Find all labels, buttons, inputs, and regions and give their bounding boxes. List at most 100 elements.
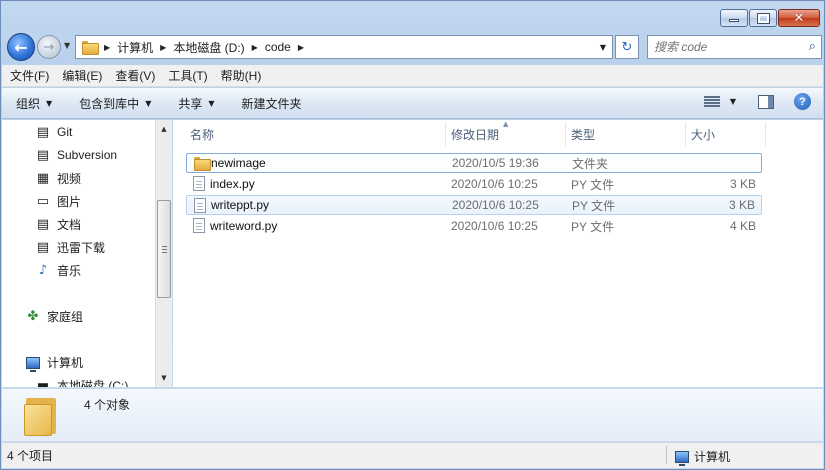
folder-icon <box>82 41 99 55</box>
file-modified: 2020/10/6 10:25 <box>452 198 539 212</box>
sort-ascending-icon: ▲ <box>503 120 509 128</box>
breadcrumb-computer[interactable]: 计算机 <box>117 39 153 56</box>
nav-item-label: 迅雷下载 <box>57 241 106 255</box>
column-name[interactable]: 名称 <box>190 126 214 143</box>
include-in-library-button[interactable]: 包含到库中 ▼ <box>79 95 151 112</box>
scrollbar-thumb[interactable] <box>157 200 171 298</box>
status-location: 计算机 <box>675 448 730 466</box>
nav-item-label: 视频 <box>57 172 82 186</box>
file-name: index.py <box>210 177 255 191</box>
include-in-library-label: 包含到库中 <box>79 96 140 111</box>
nav-item-pictures[interactable]: ▭ 图片 <box>35 193 81 210</box>
file-size: 4 KB <box>729 219 756 233</box>
file-modified: 2020/10/6 10:25 <box>451 219 538 233</box>
menu-bar: 文件(F) 编辑(E) 查看(V) 工具(T) 帮助(H) <box>2 65 823 87</box>
document-icon: ▤ <box>36 147 50 163</box>
breadcrumb-arrow-icon[interactable]: ▶ <box>160 43 166 52</box>
file-name: writeppt.py <box>211 198 270 212</box>
organize-button[interactable]: 组织 ▼ <box>16 95 52 112</box>
menu-file[interactable]: 文件(F) <box>10 67 49 84</box>
nav-item-homegroup[interactable]: ✤ 家庭组 <box>25 308 83 325</box>
object-count: 4 个对象 <box>84 398 131 412</box>
menu-tools[interactable]: 工具(T) <box>168 67 207 84</box>
nav-item-music[interactable]: ♪ 音乐 <box>35 262 81 279</box>
details-pane: 4 个对象 <box>2 388 823 441</box>
preview-pane-icon[interactable] <box>758 94 774 109</box>
menu-help[interactable]: 帮助(H) <box>221 67 262 84</box>
file-row-index-py[interactable]: index.py 2020/10/6 10:25 PY 文件 3 KB <box>186 174 762 194</box>
computer-icon <box>25 355 41 372</box>
breadcrumb-arrow-icon[interactable]: ▶ <box>104 43 110 52</box>
view-dropdown-icon[interactable]: ▼ <box>730 97 736 106</box>
dropdown-arrow-icon: ▼ <box>208 98 215 108</box>
git-icon: ▤ <box>36 124 50 140</box>
menu-edit[interactable]: 编辑(E) <box>62 67 102 84</box>
column-divider[interactable] <box>565 122 566 146</box>
scroll-up-icon[interactable]: ▲ <box>156 122 172 136</box>
file-type: 文件夹 <box>572 156 609 171</box>
nav-item-video[interactable]: ▦ 视频 <box>35 170 81 187</box>
status-bar: 4 个项目 计算机 <box>2 442 823 468</box>
nav-item-thunder-download[interactable]: ▤ 迅雷下载 <box>35 239 105 256</box>
minimize-button[interactable] <box>720 9 748 27</box>
column-divider[interactable] <box>685 122 686 146</box>
computer-icon <box>675 450 689 466</box>
navigation-row: ← → ▼ ▶ 计算机 ▶ 本地磁盘 (D:) ▶ code ▶ ▼ ↻ ⌕ <box>7 31 822 61</box>
file-type: PY 文件 <box>572 198 616 213</box>
nav-item-local-disk-c[interactable]: ▬ 本地磁盘 (C:) <box>35 377 128 387</box>
nav-item-subversion[interactable]: ▤ Subversion <box>35 147 117 163</box>
column-type[interactable]: 类型 <box>571 126 595 143</box>
py-file-icon <box>193 176 205 191</box>
py-file-icon <box>194 198 206 213</box>
change-view-icon[interactable] <box>703 95 720 108</box>
address-bar[interactable]: ▶ 计算机 ▶ 本地磁盘 (D:) ▶ code ▶ ▼ <box>75 35 613 59</box>
forward-button[interactable]: → <box>37 35 61 59</box>
search-box[interactable]: ⌕ <box>647 35 822 59</box>
file-row-newimage[interactable]: newimage 2020/10/5 19:36 文件夹 <box>186 153 762 173</box>
column-divider[interactable] <box>445 122 446 146</box>
scroll-down-icon[interactable]: ▼ <box>156 371 172 385</box>
file-list: 名称 ▲ 修改日期 类型 大小 newimage 2020/10/5 19:36… <box>173 120 823 387</box>
organize-label: 组织 <box>16 96 41 111</box>
breadcrumb-arrow-icon[interactable]: ▶ <box>252 43 258 52</box>
breadcrumb-drive-d[interactable]: 本地磁盘 (D:) <box>173 39 244 56</box>
large-folder-icon <box>24 398 58 436</box>
music-icon: ♪ <box>38 263 48 278</box>
breadcrumb-code[interactable]: code <box>265 40 291 54</box>
new-folder-button[interactable]: 新建文件夹 <box>242 95 302 112</box>
folder-icon <box>194 157 211 171</box>
column-size[interactable]: 大小 <box>691 126 715 143</box>
nav-item-computer[interactable]: 计算机 <box>25 354 83 372</box>
explorer-window: ✕ ← → ▼ ▶ 计算机 ▶ 本地磁盘 (D:) ▶ code ▶ ▼ ↻ ⌕… <box>0 0 825 470</box>
refresh-icon: ↻ <box>621 39 633 55</box>
file-row-writeword-py[interactable]: writeword.py 2020/10/6 10:25 PY 文件 4 KB <box>186 216 762 236</box>
close-icon: ✕ <box>793 10 805 26</box>
dropdown-arrow-icon: ▼ <box>145 98 152 108</box>
homegroup-icon: ✤ <box>27 309 39 324</box>
search-input[interactable] <box>654 40 794 54</box>
help-icon[interactable]: ? <box>794 93 811 110</box>
download-icon: ▤ <box>36 240 50 255</box>
address-dropdown-icon[interactable]: ▼ <box>594 36 612 58</box>
close-button[interactable]: ✕ <box>778 9 820 27</box>
refresh-button[interactable]: ↻ <box>615 35 639 59</box>
item-count: 4 个项目 <box>7 449 54 463</box>
picture-icon: ▭ <box>36 194 50 209</box>
column-modified[interactable]: 修改日期 <box>451 126 499 143</box>
breadcrumb-arrow-icon[interactable]: ▶ <box>298 43 304 52</box>
command-bar: 组织 ▼ 包含到库中 ▼ 共享 ▼ 新建文件夹 ▼ ? <box>2 88 823 119</box>
caption-buttons: ✕ <box>719 9 820 27</box>
nav-item-label: 本地磁盘 (C:) <box>57 379 129 387</box>
file-row-writeppt-py[interactable]: writeppt.py 2020/10/6 10:25 PY 文件 3 KB <box>186 195 762 215</box>
column-divider[interactable] <box>765 122 766 146</box>
share-button[interactable]: 共享 ▼ <box>178 95 214 112</box>
navigation-scrollbar[interactable]: ▲ ▼ <box>155 120 172 387</box>
nav-item-documents[interactable]: ▤ 文档 <box>35 216 81 233</box>
maximize-button[interactable] <box>749 9 777 27</box>
recent-pages-dropdown[interactable]: ▼ <box>64 41 70 50</box>
nav-item-git[interactable]: ▤ Git <box>35 124 73 140</box>
maximize-icon <box>756 12 770 24</box>
search-icon[interactable]: ⌕ <box>809 39 816 54</box>
back-button[interactable]: ← <box>7 33 35 61</box>
menu-view[interactable]: 查看(V) <box>115 67 155 84</box>
